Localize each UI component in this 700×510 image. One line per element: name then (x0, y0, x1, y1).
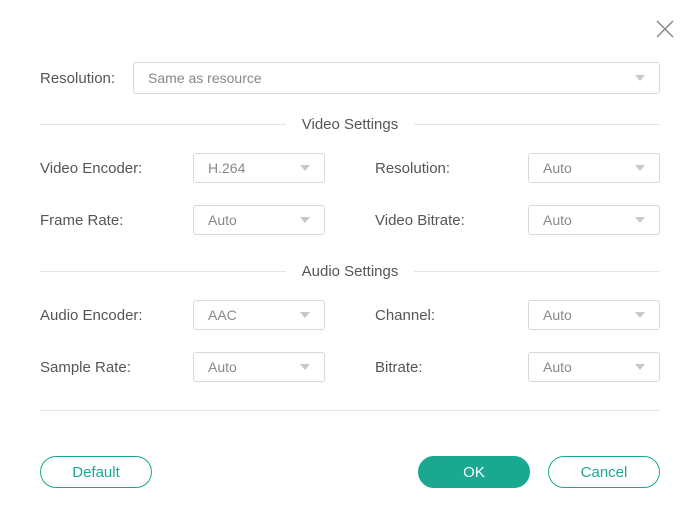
chevron-down-icon (635, 217, 645, 223)
video-resolution-label: Resolution: (375, 160, 450, 177)
resolution-top-value: Same as resource (148, 70, 262, 86)
default-button[interactable]: Default (40, 456, 152, 488)
channel-label: Channel: (375, 307, 435, 324)
chevron-down-icon (635, 75, 645, 81)
frame-rate-dropdown[interactable]: Auto (193, 205, 325, 235)
divider-line (40, 271, 286, 272)
chevron-down-icon (635, 165, 645, 171)
video-bitrate-value: Auto (543, 212, 572, 228)
cancel-button-label: Cancel (581, 464, 628, 481)
video-settings-header: Video Settings (40, 116, 660, 133)
chevron-down-icon (300, 217, 310, 223)
chevron-down-icon (635, 364, 645, 370)
chevron-down-icon (635, 312, 645, 318)
bottom-divider (40, 410, 660, 411)
resolution-top-dropdown[interactable]: Same as resource (133, 62, 660, 94)
audio-bitrate-label: Bitrate: (375, 359, 423, 376)
audio-encoder-dropdown[interactable]: AAC (193, 300, 325, 330)
audio-encoder-value: AAC (208, 307, 237, 323)
video-bitrate-dropdown[interactable]: Auto (528, 205, 660, 235)
close-icon (654, 18, 676, 40)
resolution-top-label: Resolution: (40, 70, 115, 87)
frame-rate-label: Frame Rate: (40, 212, 123, 229)
video-resolution-dropdown[interactable]: Auto (528, 153, 660, 183)
audio-encoder-label: Audio Encoder: (40, 307, 143, 324)
channel-dropdown[interactable]: Auto (528, 300, 660, 330)
cancel-button[interactable]: Cancel (548, 456, 660, 488)
chevron-down-icon (300, 312, 310, 318)
video-encoder-dropdown[interactable]: H.264 (193, 153, 325, 183)
video-bitrate-label: Video Bitrate: (375, 212, 465, 229)
video-encoder-value: H.264 (208, 160, 245, 176)
video-settings-title: Video Settings (286, 116, 414, 133)
ok-button[interactable]: OK (418, 456, 530, 488)
sample-rate-value: Auto (208, 359, 237, 375)
audio-bitrate-dropdown[interactable]: Auto (528, 352, 660, 382)
divider-line (414, 124, 660, 125)
chevron-down-icon (300, 364, 310, 370)
video-resolution-value: Auto (543, 160, 572, 176)
channel-value: Auto (543, 307, 572, 323)
audio-bitrate-value: Auto (543, 359, 572, 375)
audio-settings-header: Audio Settings (40, 263, 660, 280)
frame-rate-value: Auto (208, 212, 237, 228)
video-encoder-label: Video Encoder: (40, 160, 142, 177)
ok-button-label: OK (463, 464, 485, 481)
close-button[interactable] (654, 18, 676, 45)
divider-line (414, 271, 660, 272)
sample-rate-label: Sample Rate: (40, 359, 131, 376)
sample-rate-dropdown[interactable]: Auto (193, 352, 325, 382)
audio-settings-title: Audio Settings (286, 263, 415, 280)
divider-line (40, 124, 286, 125)
chevron-down-icon (300, 165, 310, 171)
default-button-label: Default (72, 464, 120, 481)
